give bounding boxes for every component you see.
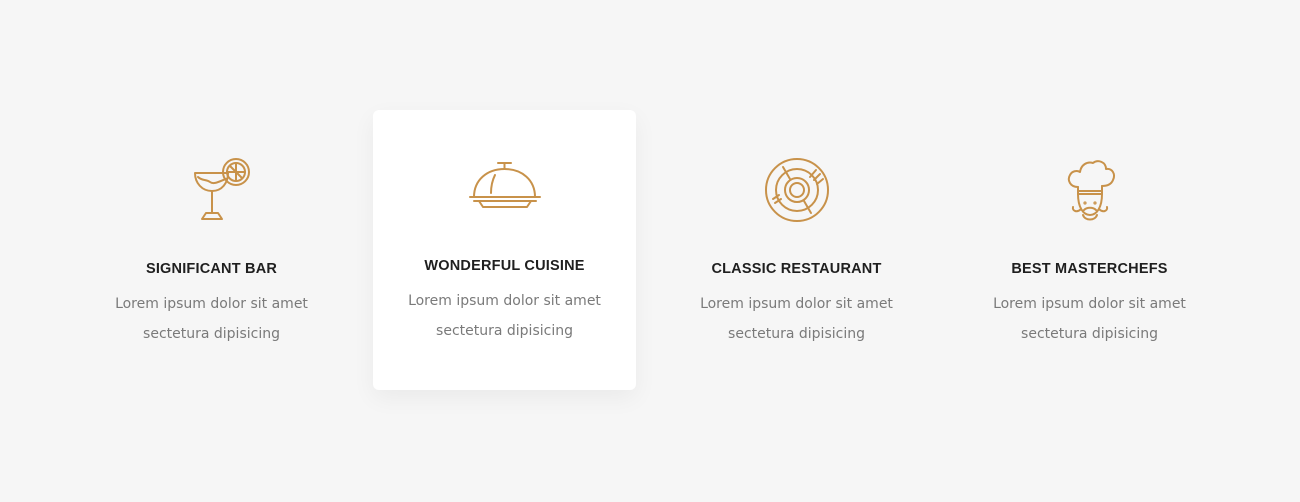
feature-description-line: sectetura dipisicing xyxy=(143,326,280,342)
feature-card-restaurant: CLASSIC RESTAURANT Lorem ipsum dolor sit… xyxy=(665,155,928,349)
feature-description: Lorem ipsum dolor sit amet sectetura dip… xyxy=(958,289,1221,349)
cocktail-glass-icon xyxy=(193,158,250,220)
feature-description-line: Lorem ipsum dolor sit amet xyxy=(408,293,601,309)
feature-description: Lorem ipsum dolor sit amet sectetura dip… xyxy=(665,289,928,349)
feature-card-cuisine: WONDERFUL CUISINE Lorem ipsum dolor sit … xyxy=(373,110,636,390)
feature-card-bar: SIGNIFICANT BAR Lorem ipsum dolor sit am… xyxy=(80,155,343,349)
features-section: SIGNIFICANT BAR Lorem ipsum dolor sit am… xyxy=(0,0,1300,502)
feature-card-chefs: BEST MASTERCHEFS Lorem ipsum dolor sit a… xyxy=(958,155,1221,349)
feature-description-line: sectetura dipisicing xyxy=(436,323,573,339)
feature-description: Lorem ipsum dolor sit amet sectetura dip… xyxy=(373,286,636,346)
chef-icon xyxy=(1067,160,1115,221)
feature-title: CLASSIC RESTAURANT xyxy=(711,261,882,277)
feature-description: Lorem ipsum dolor sit amet sectetura dip… xyxy=(80,289,343,349)
food-cloche-icon xyxy=(468,162,541,208)
plate-icon xyxy=(764,158,829,222)
feature-title: BEST MASTERCHEFS xyxy=(1011,261,1168,277)
feature-description-line: Lorem ipsum dolor sit amet xyxy=(993,296,1186,312)
feature-title: SIGNIFICANT BAR xyxy=(145,261,278,277)
feature-description-line: sectetura dipisicing xyxy=(728,326,865,342)
feature-description-line: sectetura dipisicing xyxy=(1021,326,1158,342)
feature-title: WONDERFUL CUISINE xyxy=(424,258,585,274)
feature-description-line: Lorem ipsum dolor sit amet xyxy=(700,296,893,312)
feature-description-line: Lorem ipsum dolor sit amet xyxy=(115,296,308,312)
